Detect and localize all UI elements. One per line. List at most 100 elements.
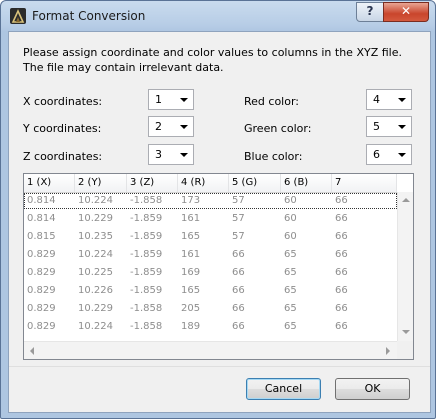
green-color-select[interactable]: 5 (366, 116, 412, 137)
table-cell: 205 (181, 303, 201, 314)
table-cell: -1.858 (130, 321, 163, 332)
intro-text: Please assign coordinate and color value… (23, 46, 402, 74)
table-cell: 10.225 (78, 267, 113, 278)
red-color-label: Red color: (244, 95, 299, 108)
table-cell: 66 (232, 249, 245, 260)
ok-button[interactable]: OK (335, 378, 410, 400)
scroll-up-icon[interactable] (402, 198, 410, 202)
table-cell: 66 (232, 267, 245, 278)
column-header[interactable]: 5 (G) (229, 174, 281, 192)
scroll-right-icon[interactable] (386, 347, 390, 355)
chevron-down-icon (398, 153, 406, 157)
z-coordinates-select[interactable]: 3 (148, 144, 194, 165)
z-coordinates-value: 3 (155, 148, 162, 161)
data-preview-table[interactable]: 1 (X) 2 (Y) 3 (Z) 4 (R) 5 (G) 6 (B) 7 0.… (23, 173, 414, 360)
table-row[interactable]: 0.829 10.226 -1.859 165 66 65 66 (24, 283, 397, 299)
table-cell: 173 (181, 195, 201, 206)
column-header[interactable]: 3 (Z) (127, 174, 178, 192)
table-cell: -1.859 (130, 213, 163, 224)
column-header[interactable]: 7 (332, 174, 397, 192)
dialog-body: Please assign coordinate and color value… (8, 31, 431, 413)
table-cell: 60 (284, 213, 297, 224)
app-icon (10, 8, 26, 24)
table-cell: 0.829 (27, 249, 56, 260)
table-cell: 66 (232, 303, 245, 314)
column-header[interactable]: 6 (B) (281, 174, 332, 192)
chevron-down-icon (398, 98, 406, 102)
scroll-left-icon[interactable] (30, 347, 34, 355)
table-cell: 65 (284, 267, 297, 278)
y-coordinates-label: Y coordinates: (23, 122, 102, 135)
close-button[interactable]: ✕ (383, 2, 429, 22)
horizontal-scrollbar[interactable] (24, 341, 397, 359)
table-cell: 65 (284, 285, 297, 296)
table-cell: 0.814 (27, 213, 56, 224)
table-cell: 60 (284, 195, 297, 206)
button-bar: Cancel OK (9, 367, 430, 412)
vertical-scrollbar[interactable] (397, 192, 413, 341)
table-cell: 161 (181, 249, 201, 260)
table-cell: 66 (335, 213, 348, 224)
green-color-value: 5 (373, 120, 380, 133)
column-header[interactable]: 4 (R) (178, 174, 229, 192)
table-row[interactable]: 0.814 10.224 -1.858 173 57 60 66 (24, 193, 397, 209)
table-row[interactable]: 0.829 10.229 -1.858 205 66 65 66 (24, 301, 397, 317)
x-coordinates-select[interactable]: 1 (148, 89, 194, 110)
table-cell: 66 (335, 267, 348, 278)
table-cell: 66 (335, 303, 348, 314)
table-cell: -1.859 (130, 249, 163, 260)
table-cell: 66 (335, 249, 348, 260)
title-bar[interactable]: Format Conversion ? ✕ (1, 1, 435, 31)
scrollbar-corner (397, 341, 413, 359)
table-cell: 66 (232, 321, 245, 332)
table-cell: 66 (232, 285, 245, 296)
table-cell: 169 (181, 267, 201, 278)
table-cell: 0.829 (27, 321, 56, 332)
table-row[interactable]: 0.814 10.229 -1.859 161 57 60 66 (24, 211, 397, 227)
table-cell: 66 (335, 231, 348, 242)
table-cell: 57 (232, 231, 245, 242)
table-cell: 65 (284, 321, 297, 332)
table-cell: 65 (284, 249, 297, 260)
table-cell: 0.829 (27, 267, 56, 278)
scroll-down-icon[interactable] (402, 330, 410, 334)
table-cell: 10.224 (78, 249, 113, 260)
table-cell: 165 (181, 285, 201, 296)
format-conversion-dialog: Format Conversion ? ✕ Please assign coor… (0, 0, 436, 419)
table-cell: 10.224 (78, 195, 113, 206)
y-coordinates-select[interactable]: 2 (148, 116, 194, 137)
blue-color-select[interactable]: 6 (366, 144, 412, 165)
column-header[interactable]: 1 (X) (24, 174, 75, 192)
red-color-select[interactable]: 4 (366, 89, 412, 110)
table-cell: 10.229 (78, 303, 113, 314)
window-title: Format Conversion (32, 9, 146, 23)
table-cell: 10.224 (78, 321, 113, 332)
chevron-down-icon (180, 125, 188, 129)
blue-color-value: 6 (373, 148, 380, 161)
z-coordinates-label: Z coordinates: (23, 150, 103, 163)
table-cell: 65 (284, 303, 297, 314)
table-row[interactable]: 0.829 10.224 -1.858 189 66 65 66 (24, 319, 397, 335)
table-cell: 0.815 (27, 231, 56, 242)
table-row[interactable]: 0.829 10.225 -1.859 169 66 65 66 (24, 265, 397, 281)
table-cell: -1.858 (130, 303, 163, 314)
help-button[interactable]: ? (356, 2, 384, 22)
chevron-down-icon (180, 98, 188, 102)
table-cell: 10.235 (78, 231, 113, 242)
x-coordinates-value: 1 (155, 93, 162, 106)
chevron-down-icon (398, 125, 406, 129)
table-row[interactable]: 0.815 10.235 -1.859 165 57 60 66 (24, 229, 397, 245)
green-color-label: Green color: (244, 122, 312, 135)
table-cell: 0.814 (27, 195, 56, 206)
table-cell: 57 (232, 195, 245, 206)
column-header[interactable]: 2 (Y) (75, 174, 127, 192)
y-coordinates-value: 2 (155, 120, 162, 133)
cancel-button[interactable]: Cancel (246, 378, 321, 400)
table-cell: 57 (232, 213, 245, 224)
table-cell: 161 (181, 213, 201, 224)
table-row[interactable]: 0.829 10.224 -1.859 161 66 65 66 (24, 247, 397, 263)
table-cell: 66 (335, 285, 348, 296)
red-color-value: 4 (373, 93, 380, 106)
table-cell: -1.859 (130, 267, 163, 278)
x-coordinates-label: X coordinates: (23, 95, 103, 108)
